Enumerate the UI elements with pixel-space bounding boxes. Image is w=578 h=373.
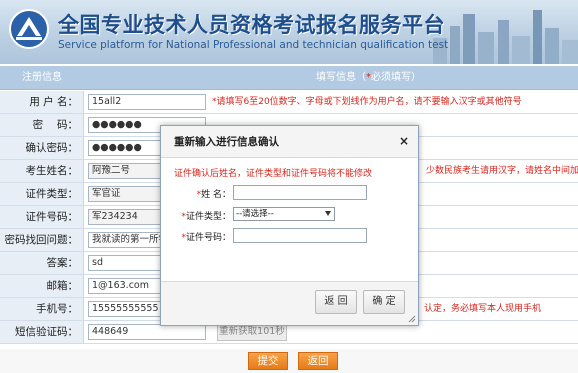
phone-hint: 认定，务必填写本人现用手机: [424, 304, 542, 314]
candidate-name-hint: 少数民族考生请用汉字，请姓名中间加点: [426, 166, 578, 176]
dialog-id-number-label: *证件号码：: [181, 233, 231, 243]
dialog-id-number-input[interactable]: [233, 228, 367, 243]
username-hint: *请填写6至20位数字、字母或下划线作为用户名，请不要输入汉字或其他符号: [212, 97, 522, 107]
password-label: 密 码：: [0, 114, 84, 136]
confirm-password-label: 确认密码：: [0, 137, 84, 159]
submit-button[interactable]: 提交: [248, 352, 288, 370]
id-type-label: 证件类型：: [0, 183, 84, 205]
candidate-name-label: 考生姓名：: [0, 160, 84, 182]
header-banner: 全国专业技术人员资格考试报名服务平台 Service platform for …: [0, 0, 578, 64]
form-left-header: 注册信息: [22, 72, 62, 83]
username-label: 用 户 名：: [0, 91, 84, 113]
form-row-username: 用 户 名： 15all2 *请填写6至20位数字、字母或下划线作为用户名，请不…: [0, 91, 578, 114]
platform-title: 全国专业技术人员资格考试报名服务平台: [58, 13, 445, 37]
id-number-label: 证件号码：: [0, 206, 84, 228]
confirm-info-dialog: 重新输入进行信息确认 × 证件确认后姓名，证件类型和证件号码将不能修改 *姓 名…: [160, 125, 419, 326]
city-skyline-graphic: [433, 10, 578, 64]
username-input[interactable]: 15all2: [88, 94, 206, 110]
dialog-footer: 返 回 确 定: [161, 281, 418, 325]
sms-code-label: 短信验证码：: [0, 321, 84, 343]
form-actions: 提交 返回: [0, 349, 578, 373]
form-right-header: 填写信息（*必须填写）: [316, 72, 421, 83]
page: 全国专业技术人员资格考试报名服务平台 Service platform for …: [0, 0, 578, 373]
dialog-id-type-label: *证件类型：: [181, 212, 231, 222]
back-button[interactable]: 返回: [298, 352, 338, 370]
email-label: 邮箱：: [0, 275, 84, 297]
close-icon[interactable]: ×: [398, 135, 410, 147]
dialog-name-input[interactable]: [233, 185, 367, 200]
dialog-title: 重新输入进行信息确认: [174, 136, 279, 148]
answer-label: 答案：: [0, 252, 84, 274]
security-question-label: 密码找回问题：: [0, 229, 84, 251]
sms-code-input[interactable]: 448649: [88, 324, 206, 340]
dialog-name-label: *姓 名：: [196, 190, 231, 200]
platform-subtitle: Service platform for National Profession…: [58, 39, 449, 51]
chevron-down-icon: [325, 211, 331, 216]
dialog-header: 重新输入进行信息确认 ×: [161, 126, 418, 158]
phone-label: 手机号：: [0, 298, 84, 320]
dialog-back-button[interactable]: 返 回: [315, 290, 357, 314]
dialog-id-type-select[interactable]: --请选择--: [233, 207, 335, 221]
dialog-warning: 证件确认后姓名，证件类型和证件号码将不能修改: [174, 169, 373, 179]
dialog-confirm-button[interactable]: 确 定: [363, 290, 405, 314]
platform-logo-icon: [9, 9, 49, 49]
resize-grip-icon[interactable]: [408, 315, 416, 323]
form-header-row: 注册信息 填写信息（*必须填写）: [0, 66, 578, 90]
